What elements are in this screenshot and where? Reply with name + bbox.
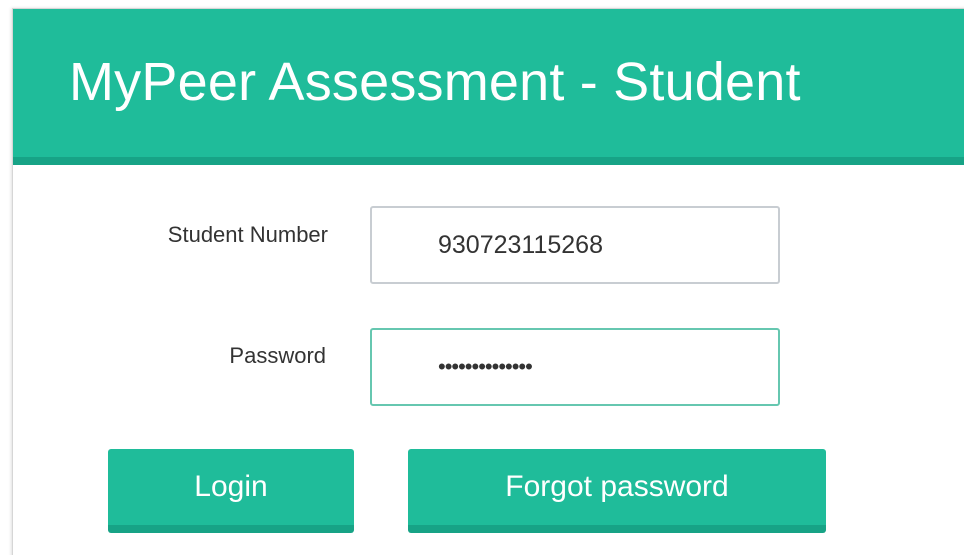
- password-label: Password: [229, 343, 326, 368]
- password-input[interactable]: [370, 328, 780, 406]
- student-number-label: Student Number: [167, 222, 328, 247]
- header-bar: MyPeer Assessment - Student: [13, 9, 964, 165]
- page-title: MyPeer Assessment - Student: [69, 52, 801, 112]
- login-button[interactable]: Login: [108, 449, 354, 533]
- student-number-input[interactable]: [370, 206, 780, 284]
- forgot-password-button[interactable]: Forgot password: [408, 449, 826, 533]
